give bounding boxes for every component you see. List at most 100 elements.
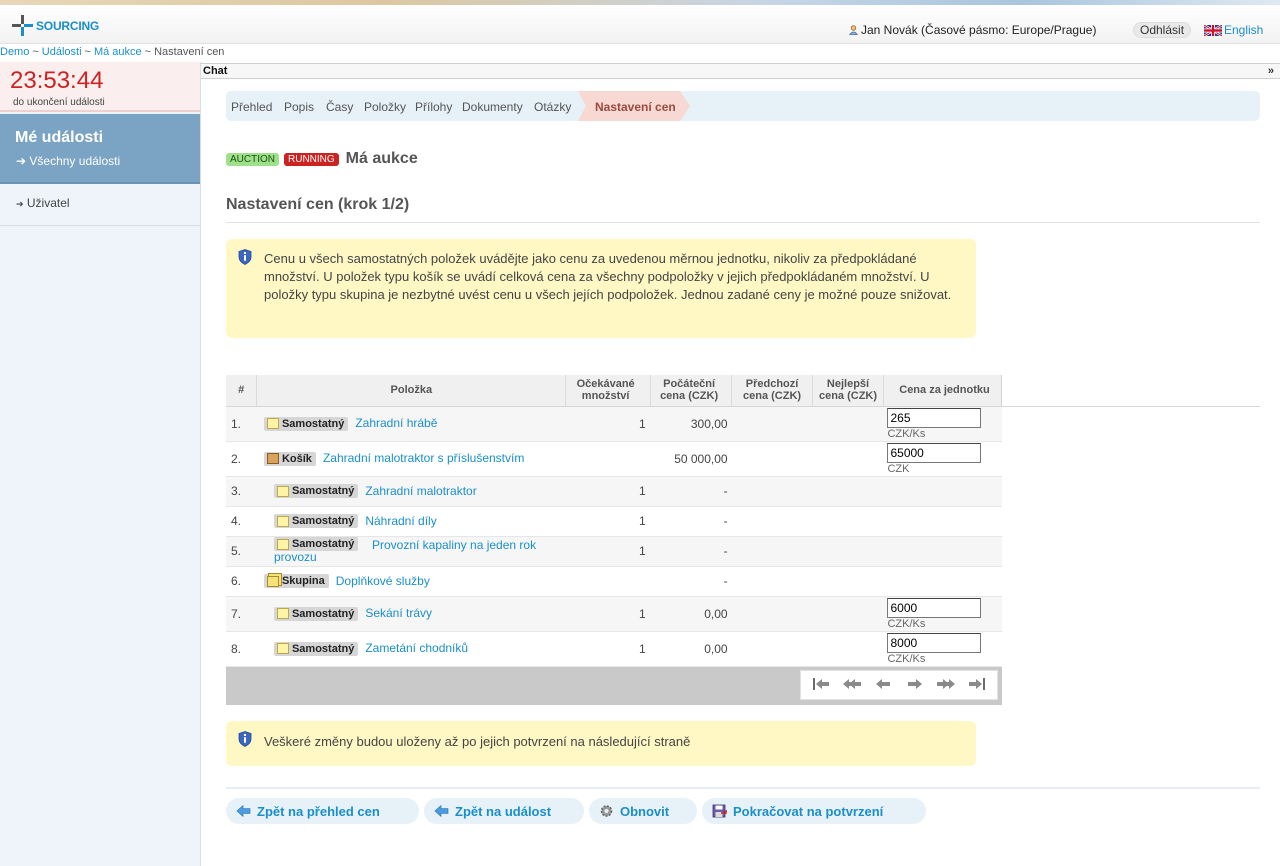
item-link[interactable]: Zahradní malotraktor s příslušenstvím — [323, 451, 524, 465]
item-link[interactable]: Doplňkové služby — [336, 574, 430, 588]
tab-price-settings[interactable]: Nastavení cen — [578, 91, 690, 121]
table-row: 2. Košík Zahradní malotraktor s příslušen… — [226, 441, 1002, 477]
refresh-label: Obnovit — [620, 803, 670, 819]
tab-documents[interactable]: Dokumenty — [462, 100, 523, 114]
table-row: 7. Samostatný Sekání trávy 1 0,00 CZK/Ks — [226, 596, 1002, 632]
price-input[interactable] — [887, 632, 982, 653]
type-label: Samostatný — [273, 606, 359, 621]
user-nav-item[interactable]: ➔ Uživatel — [16, 196, 70, 210]
price-input[interactable] — [887, 407, 982, 428]
col-number: # — [226, 375, 258, 407]
item-link[interactable]: Zametání chodníků — [365, 641, 468, 655]
logout-button[interactable]: Odhlásit — [1133, 22, 1192, 38]
tab-overview[interactable]: Přehled — [231, 100, 272, 114]
info-shield-icon — [238, 731, 252, 747]
info-shield-icon — [238, 249, 252, 265]
note-icon — [266, 418, 279, 430]
tab-attachments[interactable]: Přílohy — [415, 100, 452, 114]
qty-cell: 1 — [565, 596, 651, 632]
start-price-cell: 0,00 — [650, 631, 732, 667]
info-text: Cenu u všech samostatných položek uváděj… — [264, 251, 952, 302]
back-to-event-button[interactable]: Zpět na událost — [424, 798, 584, 824]
pager-controls — [800, 670, 998, 700]
my-events-title[interactable]: Mé události — [15, 129, 103, 147]
refresh-button[interactable]: Obnovit — [589, 798, 697, 824]
item-link[interactable]: Sekání trávy — [365, 606, 432, 620]
continue-label: Pokračovat na potvrzení — [733, 803, 884, 819]
type-text: Samostatný — [291, 642, 355, 655]
start-price-cell: 300,00 — [650, 406, 732, 442]
all-events-link[interactable]: ➔ Všechny události — [16, 154, 120, 168]
info-box: Cenu u všech samostatných položek uváděj… — [226, 239, 976, 338]
table-row: 4. Samostatný Náhradní díly 1 - — [226, 506, 1002, 537]
type-text: Košík — [281, 452, 312, 465]
col-best-price: Nejlepší cena (CZK) — [812, 375, 884, 407]
type-text: Samostatný — [281, 417, 345, 430]
row-number: 2. — [226, 441, 257, 477]
breadcrumb-auction[interactable]: Má aukce — [94, 46, 142, 58]
price-cell: CZK/Ks — [883, 596, 1002, 632]
previous-price-cell — [731, 476, 813, 507]
previous-page-icon[interactable] — [873, 677, 893, 693]
price-cell: CZK/Ks — [883, 631, 1002, 667]
price-table-wrapper: # Položka Očekávané množství Počáteční c… — [226, 375, 1003, 667]
tab-questions[interactable]: Otázky — [534, 100, 571, 114]
chat-bar[interactable]: Chat » — [201, 63, 1280, 79]
row-number: 4. — [226, 506, 257, 537]
next-page-icon[interactable] — [905, 677, 925, 693]
start-price-cell: - — [650, 476, 732, 507]
user-nav-label: Uživatel — [26, 196, 70, 210]
item-link[interactable]: Náhradní díly — [365, 514, 436, 528]
price-input[interactable] — [887, 442, 982, 463]
col-expected-qty: Očekávané množství — [565, 375, 652, 407]
type-text: Samostatný — [291, 607, 355, 620]
table-row: 6. Skupina Doplňkové služby - — [226, 566, 1002, 597]
previous-price-cell — [731, 631, 813, 667]
language-switch[interactable]: English — [1204, 23, 1263, 37]
logo[interactable]: SOURCING — [12, 15, 99, 37]
next-pages-icon[interactable] — [936, 677, 956, 693]
group-icon — [266, 575, 279, 587]
item-link[interactable]: Zahradní malotraktor — [365, 484, 476, 498]
event-header: AUCTION RUNNING Má aukce — [226, 150, 418, 168]
note-icon — [276, 608, 289, 620]
item-link[interactable]: Provozní kapaliny na jeden rok provozu — [274, 539, 564, 563]
price-unit: CZK — [887, 462, 910, 475]
back-to-event-label: Zpět na událost — [455, 803, 552, 819]
tab-items[interactable]: Položky — [364, 100, 406, 114]
qty-cell: 1 — [565, 406, 651, 442]
tab-times[interactable]: Časy — [326, 100, 353, 114]
back-to-prices-button[interactable]: Zpět na přehled cen — [226, 798, 419, 824]
event-title: Má aukce — [345, 150, 418, 167]
first-page-icon[interactable] — [811, 677, 831, 693]
countdown-timer: 23:53:44 do ukončení události — [0, 62, 200, 112]
qty-cell: 1 — [565, 506, 651, 537]
price-cell — [883, 476, 1002, 507]
tab-description[interactable]: Popis — [284, 100, 314, 114]
start-price-cell: 0,00 — [650, 596, 732, 632]
last-page-icon[interactable] — [967, 677, 987, 693]
header: SOURCING Jan Novák (Časové pásmo: Europe… — [0, 5, 1280, 44]
type-label: Skupina — [263, 574, 329, 589]
save-notice-box: Veškeré změny budou uloženy až po jejich… — [226, 721, 976, 766]
basket-icon — [266, 453, 279, 465]
price-unit: CZK/Ks — [887, 427, 926, 440]
table-row: 3. Samostatný Zahradní malotraktor 1 - — [226, 476, 1002, 507]
chat-toggle-icon[interactable]: » — [1268, 65, 1274, 77]
table-pager — [226, 667, 1002, 705]
continue-to-confirmation-button[interactable]: Pokračovat na potvrzení — [702, 798, 926, 824]
price-unit: CZK/Ks — [887, 652, 926, 665]
item-link[interactable]: Zahradní hrábě — [355, 416, 437, 430]
user-info: Jan Novák (Časové pásmo: Europe/Prague) — [849, 23, 1096, 37]
best-price-cell — [812, 441, 884, 477]
breadcrumb-events[interactable]: Události — [42, 46, 82, 58]
price-input[interactable] — [887, 597, 982, 618]
page-title: Nastavení cen (krok 1/2) — [226, 196, 410, 213]
my-events-panel: Mé události ➔ Všechny události — [0, 114, 200, 184]
price-cell — [883, 566, 1002, 597]
row-number: 7. — [226, 596, 257, 632]
tab-price-settings-label: Nastavení cen — [595, 100, 676, 114]
previous-pages-icon[interactable] — [842, 677, 862, 693]
breadcrumb-demo[interactable]: Demo — [0, 46, 29, 58]
table-row: 8. Samostatný Zametání chodníků 1 0,00 CZ… — [226, 631, 1002, 667]
